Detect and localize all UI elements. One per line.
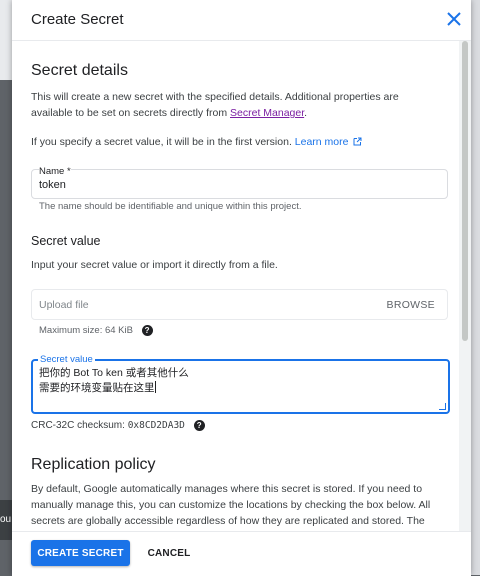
dialog-body: Secret details This will create a new se… xyxy=(12,41,459,531)
replication-description: By default, Google automatically manages… xyxy=(31,483,431,527)
dialog-title: Create Secret xyxy=(31,11,124,28)
description-text: This will create a new secret with the s… xyxy=(31,91,399,119)
secret-value-heading: Secret value xyxy=(31,234,101,248)
checksum-label: CRC-32C checksum: xyxy=(31,420,125,432)
help-icon[interactable]: ? xyxy=(193,420,205,431)
secret-value-label: Secret value xyxy=(38,354,95,365)
checksum-row: CRC-32C checksum: 0x8CD2DA3D ? xyxy=(31,420,205,431)
dialog-header: Create Secret xyxy=(12,0,471,41)
name-label: Name * xyxy=(39,166,71,177)
name-value: token xyxy=(39,179,66,191)
secret-manager-link[interactable]: Secret Manager xyxy=(230,107,304,119)
description-suffix: . xyxy=(304,107,308,119)
create-secret-dialog: Create Secret Secret details This will c… xyxy=(12,0,471,576)
secret-value-note: If you specify a secret value, it will b… xyxy=(31,134,426,150)
max-size-hint: Maximum size: 64 KiB ? xyxy=(39,325,153,336)
backdrop-text: ou xyxy=(0,514,12,525)
learn-more-link[interactable]: Learn more xyxy=(295,136,363,148)
secret-value-textarea[interactable]: Secret value 把你的 Bot To ken 或者其他什么 需要的环境… xyxy=(31,354,450,414)
text-caret xyxy=(154,381,156,393)
secret-line-1: 把你的 Bot To ken 或者其他什么 xyxy=(39,367,189,379)
browse-button[interactable]: BROWSE xyxy=(387,299,435,311)
secret-details-heading: Secret details xyxy=(31,62,128,79)
scrollbar[interactable] xyxy=(459,41,471,531)
cancel-button[interactable]: CANCEL xyxy=(140,540,198,566)
backdrop-top xyxy=(0,0,12,80)
max-size-text: Maximum size: 64 KiB xyxy=(39,325,133,337)
upload-file-field[interactable]: Upload file BROWSE xyxy=(31,289,448,320)
create-secret-button[interactable]: CREATE SECRET xyxy=(31,540,130,566)
learn-more-label: Learn more xyxy=(294,136,349,148)
checksum-value: 0x8CD2DA3D xyxy=(127,420,185,432)
scrollbar-thumb[interactable] xyxy=(462,41,468,341)
name-field[interactable]: Name * token xyxy=(31,166,448,199)
name-hint: The name should be identifiable and uniq… xyxy=(39,201,302,212)
close-icon xyxy=(447,12,461,26)
external-link-icon xyxy=(353,137,362,146)
upload-placeholder: Upload file xyxy=(39,299,89,311)
backdrop-left: ou xyxy=(0,500,12,540)
secret-value-text: 把你的 Bot To ken 或者其他什么 需要的环境变量贴在这里 xyxy=(39,366,189,396)
replication-heading: Replication policy xyxy=(31,456,156,473)
secret-details-description: This will create a new secret with the s… xyxy=(31,89,426,121)
help-icon[interactable]: ? xyxy=(141,325,153,336)
secret-line-2: 需要的环境变量贴在这里 xyxy=(39,382,155,394)
dialog-footer: CREATE SECRET CANCEL xyxy=(12,531,471,576)
close-button[interactable] xyxy=(443,8,465,30)
resize-handle[interactable] xyxy=(439,403,446,410)
secret-value-description: Input your secret value or import it dir… xyxy=(31,259,278,271)
value-note-text: If you specify a secret value, it will b… xyxy=(31,136,292,148)
